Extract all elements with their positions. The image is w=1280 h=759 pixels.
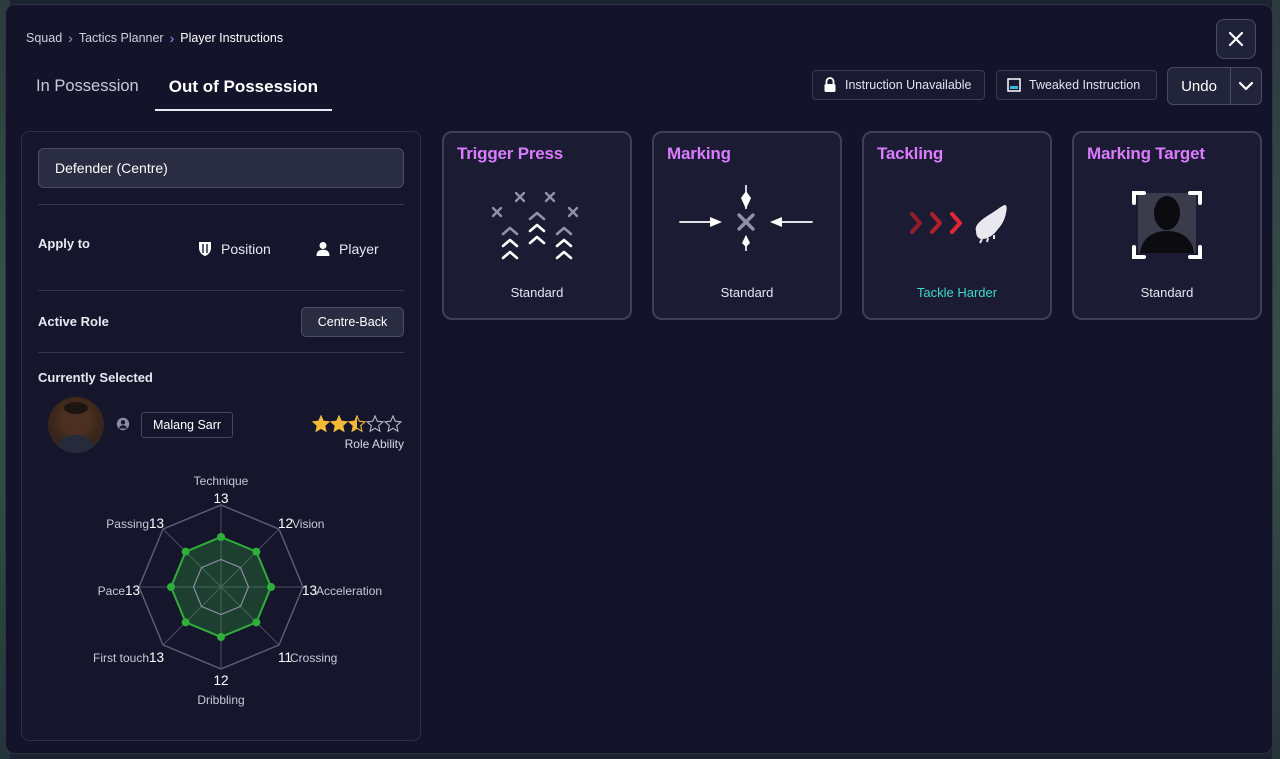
divider [38, 204, 404, 205]
marking-target-icon [1132, 191, 1202, 259]
person-icon [316, 242, 330, 256]
radar-point [217, 633, 225, 641]
close-button[interactable] [1216, 19, 1256, 59]
radar-attribute-value: 12 [278, 516, 293, 531]
tweaked-icon [1007, 78, 1021, 92]
radar-attribute-label: Technique [194, 474, 249, 488]
chevron-right-icon: › [169, 30, 175, 46]
legend-tweaked-instruction: Tweaked Instruction [996, 70, 1157, 100]
radar-point [181, 547, 190, 556]
player-panel: Defender (Centre) Apply to Position Play… [21, 131, 421, 741]
radar-point [167, 583, 175, 591]
radar-attribute-value: 13 [302, 583, 317, 598]
active-role-button[interactable]: Centre-Back [301, 307, 404, 337]
radar-attribute-value: 13 [125, 583, 140, 598]
radar-attribute-value: 13 [213, 491, 228, 506]
card-value: Standard [720, 285, 774, 300]
radar-attribute-label: Acceleration [316, 584, 382, 598]
tab-in-possession[interactable]: In Possession [26, 71, 149, 111]
active-role-label: Active Role [38, 314, 109, 329]
radar-attribute-label: Vision [292, 517, 324, 531]
star-icon [312, 415, 330, 433]
apply-player-label: Player [339, 241, 379, 257]
card-tackling[interactable]: Tackling Tackle Harder [862, 131, 1052, 320]
role-ability-stars [312, 415, 402, 433]
breadcrumb-player-instructions: Player Instructions [180, 31, 284, 45]
radar-attribute-value: 11 [278, 650, 292, 665]
card-title: Marking [667, 144, 731, 163]
breadcrumb: Squad › Tactics Planner › Player Instruc… [26, 30, 283, 46]
card-title: Marking Target [1087, 144, 1205, 163]
attribute-radar-chart: Technique13Vision12Acceleration13Crossin… [93, 474, 382, 707]
apply-to-player-option[interactable]: Player [316, 241, 379, 257]
trigger-press-icon [491, 191, 579, 260]
card-title: Trigger Press [457, 144, 564, 163]
radar-point [252, 547, 261, 556]
chevron-right-icon: › [68, 30, 73, 46]
background-right [1272, 0, 1280, 759]
player-instructions-modal: Squad › Tactics Planner › Player Instruc… [5, 4, 1273, 754]
breadcrumb-squad[interactable]: Squad [26, 31, 62, 45]
card-value: Standard [510, 285, 564, 300]
marking-icon [679, 185, 813, 251]
apply-to-position-option[interactable]: Position [198, 241, 271, 257]
player-avatar [48, 397, 104, 453]
player-profile-icon [116, 417, 130, 431]
radar-point [181, 618, 190, 627]
tab-out-of-possession[interactable]: Out of Possession [154, 71, 332, 111]
radar-attribute-label: Passing [106, 517, 149, 531]
apply-position-label: Position [221, 241, 271, 257]
tackling-icon [910, 205, 1007, 244]
apply-to-label: Apply to [38, 236, 90, 251]
radar-point [252, 618, 261, 627]
star-icon [330, 415, 348, 433]
currently-selected-label: Currently Selected [38, 370, 153, 385]
player-portrait [56, 402, 96, 453]
radar-attribute-value: 13 [149, 516, 164, 531]
close-icon [1228, 31, 1244, 47]
undo-split-button: Undo [1167, 67, 1262, 105]
undo-dropdown-button[interactable] [1231, 68, 1261, 104]
tab-bar: In Possession Out of Possession [26, 71, 332, 111]
star-icon [348, 415, 366, 433]
undo-button[interactable]: Undo [1168, 68, 1231, 104]
radar-attribute-label: Dribbling [197, 693, 244, 707]
card-marking-target[interactable]: Marking Target Standard [1072, 131, 1262, 320]
legend-instruction-unavailable: Instruction Unavailable [812, 70, 985, 100]
star-icon [384, 415, 402, 433]
divider [38, 290, 404, 291]
legend-tweaked-label: Tweaked Instruction [1029, 78, 1141, 92]
card-marking[interactable]: Marking Standard [652, 131, 842, 320]
radar-attribute-label: Crossing [290, 651, 337, 665]
position-selector[interactable]: Defender (Centre) [38, 148, 404, 188]
radar-attribute-value: 12 [213, 673, 228, 688]
radar-attribute-label: First touch [93, 651, 149, 665]
card-trigger-press[interactable]: Trigger Press Standard [442, 131, 632, 320]
radar-attribute-label: Pace [98, 584, 126, 598]
legend-unavailable-label: Instruction Unavailable [845, 78, 972, 92]
radar-point [217, 533, 225, 541]
chevron-down-icon [1238, 81, 1254, 91]
card-title: Tackling [877, 144, 944, 163]
role-ability-label: Role Ability [344, 437, 404, 451]
radar-point [267, 583, 275, 591]
divider [38, 352, 404, 353]
shield-icon [199, 242, 211, 256]
card-value: Standard [1140, 285, 1194, 300]
lock-icon [824, 77, 836, 92]
player-name[interactable]: Malang Sarr [141, 412, 234, 438]
breadcrumb-tactics-planner[interactable]: Tactics Planner [79, 31, 164, 45]
card-value: Tackle Harder [916, 285, 998, 300]
star-icon [366, 415, 384, 433]
radar-attribute-value: 13 [149, 650, 164, 665]
